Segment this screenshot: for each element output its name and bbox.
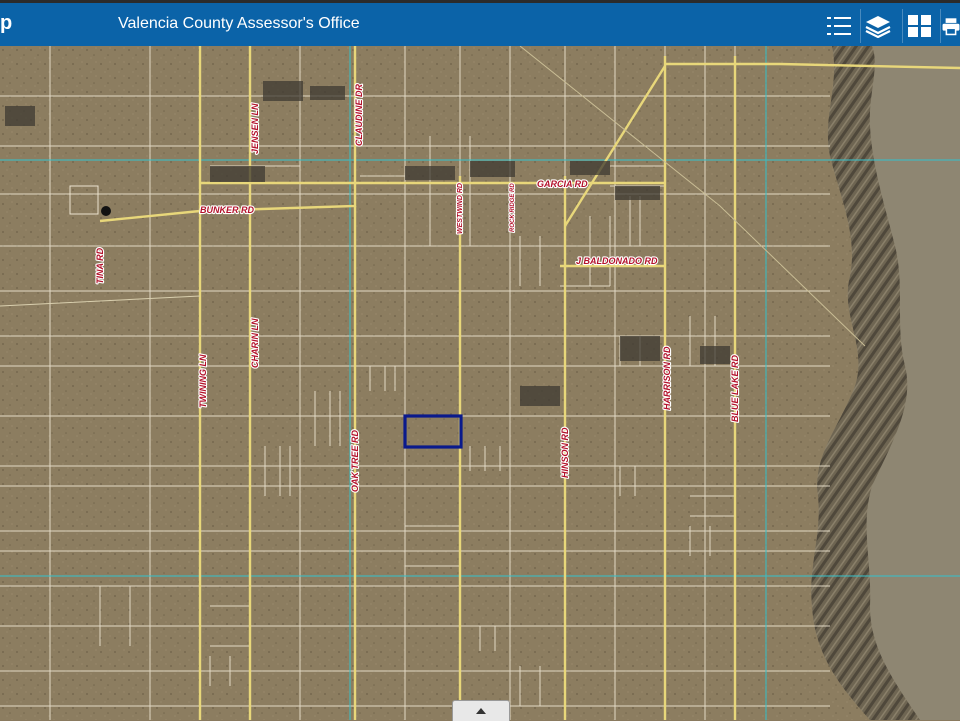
app-header: p Valencia County Assessor's Office [0, 0, 960, 46]
app-title-fragment: p [0, 12, 13, 34]
road-label-baldonado: J BALDONADO RD [576, 256, 658, 266]
list-icon [827, 17, 851, 35]
print-icon [942, 18, 960, 36]
road-label-claudine: CLAUDINE DR [354, 84, 364, 146]
print-button[interactable] [940, 9, 960, 43]
road-label-hinson: HINSON RD [560, 427, 570, 478]
road-label-tina: TINA RD [95, 247, 105, 284]
expand-panel-tab[interactable] [452, 700, 510, 721]
basemap-gallery-icon [908, 15, 931, 37]
road-label-harrison: HARRISON RD [662, 346, 672, 410]
page-title: Valencia County Assessor's Office [118, 15, 360, 32]
road-label-garcia: GARCIA RD [537, 179, 588, 189]
road-label-twining: TWINING LN [198, 354, 208, 408]
basemap-gallery-button[interactable] [902, 9, 937, 43]
parcel-map[interactable]: JENSEN LN CLAUDINE DR GARCIA RD BUNKER R… [0, 46, 960, 720]
caret-up-icon [476, 708, 486, 714]
pond [101, 206, 111, 216]
road-label-oaktree: OAK TREE RD [350, 429, 360, 492]
legend-button[interactable] [822, 9, 856, 43]
road-label-bunker: BUNKER RD [200, 205, 255, 215]
road-label-bluelake: BLUE LAKE RD [730, 355, 740, 422]
road-label-rockridge: ROCK RIDGE RD [510, 183, 516, 232]
road-label-jensen: JENSEN LN [250, 103, 260, 154]
road-label-westwind: WESTWIND RD [457, 183, 464, 234]
map-view[interactable]: JENSEN LN CLAUDINE DR GARCIA RD BUNKER R… [0, 46, 960, 720]
layers-icon [865, 16, 891, 38]
road-label-charin: CHARIN LN [250, 318, 260, 368]
layers-button[interactable] [860, 9, 895, 43]
